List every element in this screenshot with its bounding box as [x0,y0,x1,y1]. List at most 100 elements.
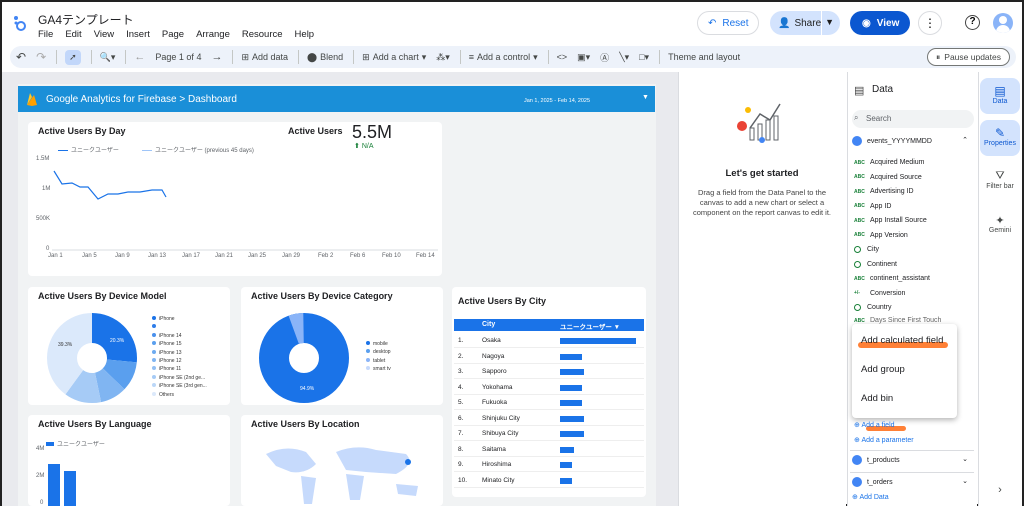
reset-button[interactable]: ↶ Reset [697,11,759,35]
chevron-right-icon[interactable]: › [980,484,1020,496]
menu-resource[interactable]: Resource [242,29,283,40]
menu-view[interactable]: View [94,29,114,40]
datasource-products[interactable]: t_products ⌄ [852,455,972,465]
share-button[interactable]: 👤 Share ▼ [770,11,840,35]
rail-properties-tab[interactable]: ✎ Properties [980,120,1020,156]
table-row[interactable]: 4. Yokohama [454,381,644,395]
report-title[interactable]: GA4テンプレート [38,11,134,28]
toolbar-divider [547,50,549,64]
zoom-icon[interactable]: 🔍▾ [100,52,116,63]
pause-updates-button[interactable]: ⏸ Pause updates [927,48,1010,66]
rail-filter-tab[interactable]: ⛛ Filter bar [980,170,1020,190]
shape-icon[interactable]: □▾ [639,52,649,63]
share-label: Share [794,17,822,29]
expand-icon[interactable]: ⌄ [962,455,968,463]
avatar[interactable] [993,13,1013,33]
menu-page[interactable]: Page [162,29,184,40]
chevron-up-icon[interactable]: ⌃ [962,136,968,144]
rail-data-tab[interactable]: ▤ Data [980,78,1020,114]
rail-gemini-tab[interactable]: ✦ Gemini [980,214,1020,234]
add-bin-option[interactable]: Add bin [861,393,893,404]
more-vert-icon: ⋮ [924,16,936,30]
add-data-button[interactable]: ⊞ Add data [241,52,288,63]
datasource-events[interactable]: events_YYYYMMDD ⌃ [852,136,972,152]
chevron-down-icon[interactable]: ▼ [642,94,649,101]
table-row[interactable]: 8. Saitama [454,443,644,457]
field-type-icon: ABC [854,232,865,238]
row-number: 9. [458,461,464,468]
add-field-button[interactable]: ⊕ Add a field [854,421,895,429]
prev-page-icon[interactable]: ← [134,51,145,63]
text-icon[interactable]: Ⓐ [600,51,609,64]
add-group-option[interactable]: Add group [861,364,905,375]
field-type-icon: ABC [854,203,865,209]
field-item[interactable]: ABC Acquired Source [854,174,922,181]
table-row[interactable]: 9. Hiroshima [454,458,644,472]
line-icon[interactable]: ╲▾ [619,52,629,63]
add-data-label: Add data [252,52,289,62]
city-name: Fukuoka [482,399,507,406]
help-icon[interactable]: ? [965,15,980,30]
embed-code-icon[interactable]: <> [557,52,568,62]
column-header-city[interactable]: City [482,321,495,328]
column-header-users[interactable]: ユニークユーザー ▼ [560,321,620,331]
add-parameter-button[interactable]: ⊕ Add a parameter [854,436,914,444]
menu-arrange[interactable]: Arrange [196,29,230,40]
legend-item [152,323,207,331]
add-control-button[interactable]: ≡ Add a control ▾ [469,52,538,63]
x-tick: Jan 25 [248,253,267,259]
row-number: 2. [458,352,464,360]
datasource-orders[interactable]: t_orders ⌄ [852,477,972,487]
field-name: Acquired Source [870,173,922,181]
field-type-icon: ABC [854,174,865,180]
field-name: App Install Source [870,217,927,224]
table-row[interactable]: 1. Osaka [454,334,644,348]
menu-help[interactable]: Help [295,29,315,40]
chevron-down-icon[interactable]: ▼ [825,17,834,27]
table-icon: ▤ [994,84,1006,98]
field-item[interactable]: ABC Acquired Medium [854,159,924,166]
field-name: Continent [867,260,897,268]
redo-icon[interactable]: ↷ [36,50,46,64]
field-item[interactable]: Continent [854,260,897,268]
field-item[interactable]: +/- Conversion [854,290,905,297]
add-data-link[interactable]: ⊕ Add Data [852,493,889,501]
add-calculated-field-option[interactable]: Add calculated field [861,335,943,346]
table-row[interactable]: 7. Shibuya City [454,427,644,441]
pause-label: Pause updates [944,52,1001,62]
view-button[interactable]: ◉ View [850,11,910,35]
field-item[interactable]: City [854,246,879,253]
field-item[interactable]: ABC continent_assistant [854,275,930,282]
pencil-icon: ✎ [994,126,1006,140]
expand-icon[interactable]: ⌄ [962,477,968,485]
more-options-button[interactable]: ⋮ [918,11,942,35]
community-viz-icon[interactable]: ⁂▾ [436,52,450,63]
firebase-icon [27,93,37,106]
field-item[interactable]: ABC App Install Source [854,217,927,224]
next-page-icon[interactable]: → [211,51,222,63]
field-item[interactable]: ABC App ID [854,203,891,210]
blend-button[interactable]: ⬤ Blend [307,52,343,63]
search-input[interactable]: Search [852,110,974,128]
page-indicator[interactable]: Page 1 of 4 [155,52,201,62]
table-row[interactable]: 3. Sapporo [454,365,644,379]
table-row[interactable]: 2. Nagoya [454,350,644,364]
date-range-control[interactable]: Jan 1, 2025 - Feb 14, 2025 [524,98,590,104]
table-row[interactable]: 6. Shinjuku City [454,412,644,426]
table-row[interactable]: 10. Minato City [454,474,644,488]
x-tick: Jan 13 [148,253,167,259]
menu-file[interactable]: File [38,29,53,40]
menu-insert[interactable]: Insert [126,29,150,40]
menu-edit[interactable]: Edit [65,29,81,40]
undo-icon[interactable]: ↶ [16,50,26,64]
select-tool-icon[interactable]: ➚ [65,49,81,65]
legend-item: desktop [366,348,391,356]
add-chart-button[interactable]: ⊞ Add a chart ▾ [362,52,426,63]
theme-layout-button[interactable]: Theme and layout [668,52,740,62]
field-item[interactable]: ABC Days Since First Touch [854,317,941,324]
table-row[interactable]: 5. Fukuoka [454,396,644,410]
field-item[interactable]: ABC Advertising ID [854,188,914,195]
field-item[interactable]: Country [854,304,892,311]
image-icon[interactable]: ▣▾ [577,52,590,63]
field-item[interactable]: ABC App Version [854,232,908,239]
